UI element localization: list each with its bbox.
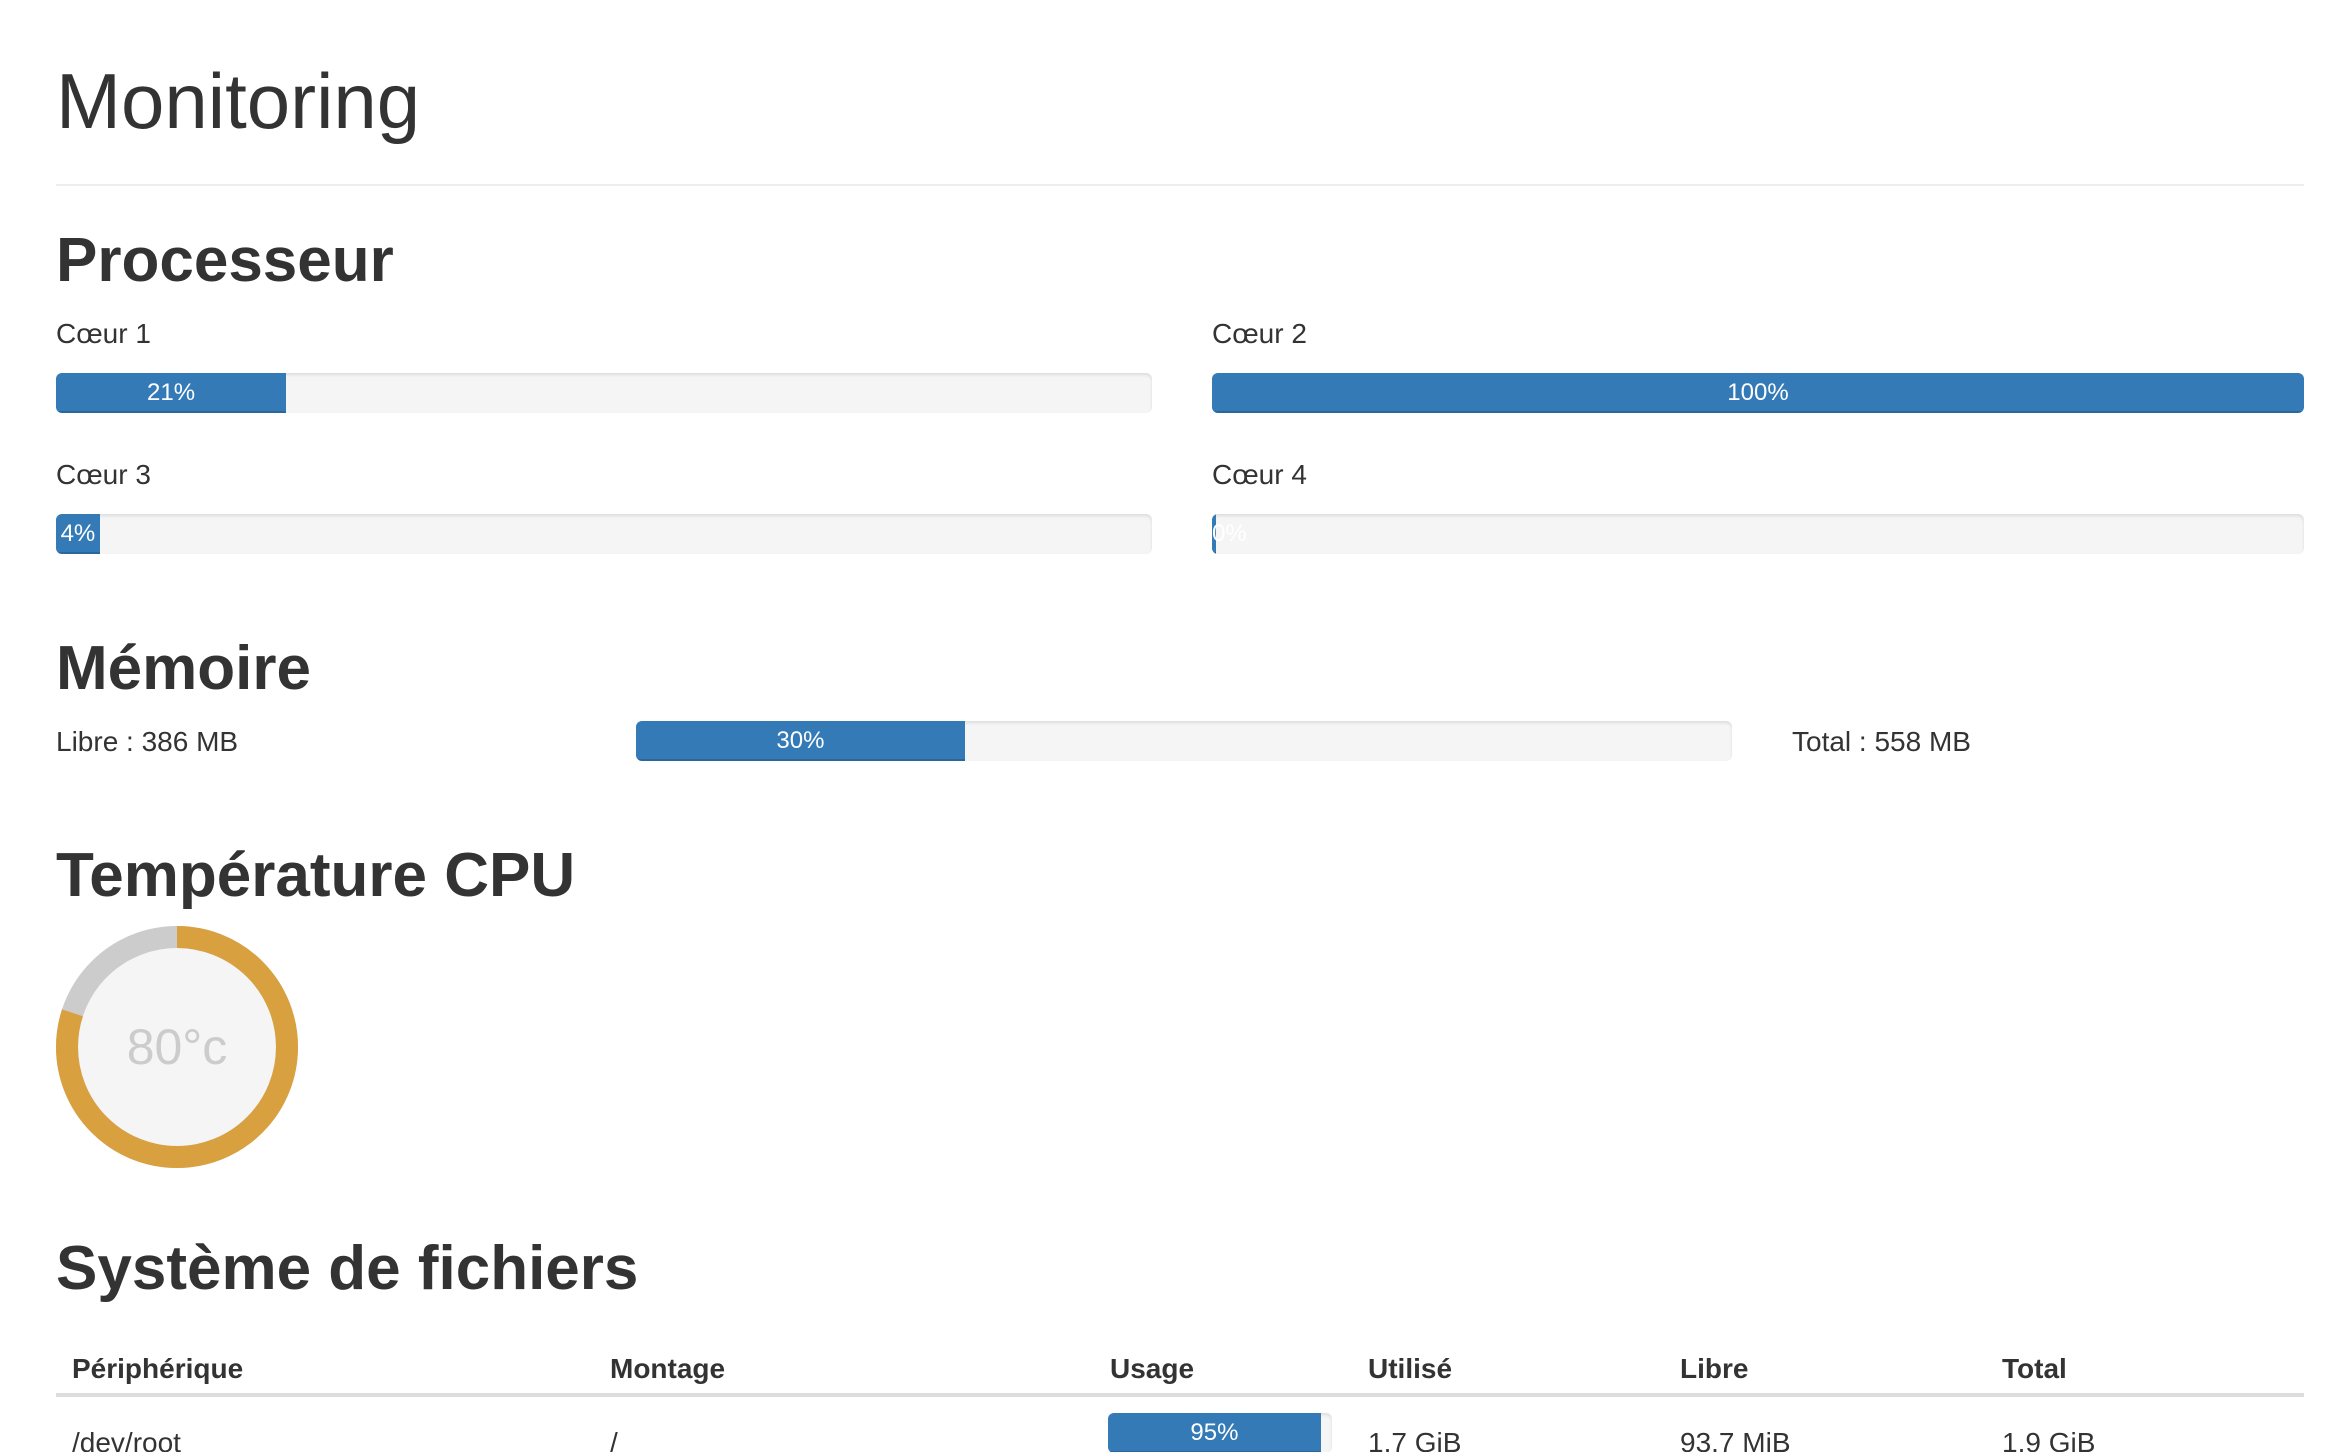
core-3-progress: 4% bbox=[56, 514, 1152, 554]
row-free: 93.7 MiB bbox=[1680, 1427, 1791, 1452]
page-title: Monitoring bbox=[56, 57, 421, 145]
row-total: 1.9 GiB bbox=[2002, 1427, 2096, 1452]
memory-total-label: Total : 558 MB bbox=[1792, 726, 1971, 757]
column-header-mount: Montage bbox=[610, 1353, 726, 1384]
row-usage-progress-bar: 95% bbox=[1108, 1413, 1321, 1452]
column-header-device: Périphérique bbox=[72, 1353, 244, 1384]
core-2-label: Cœur 2 bbox=[1212, 318, 1307, 349]
monitoring-page: Monitoring Processeur Cœur 1 21% Cœur 2 … bbox=[0, 0, 2330, 1452]
column-header-usage: Usage bbox=[1110, 1353, 1195, 1384]
temperature-section-title: Température CPU bbox=[56, 841, 576, 910]
row-mount: / bbox=[610, 1427, 618, 1452]
column-header-total: Total bbox=[2002, 1353, 2067, 1384]
core-1-progress: 21% bbox=[56, 373, 1152, 413]
memory-section-title: Mémoire bbox=[56, 634, 311, 703]
row-device: /dev/root bbox=[72, 1427, 181, 1452]
processor-section-title: Processeur bbox=[56, 226, 394, 295]
row-used: 1.7 GiB bbox=[1368, 1427, 1462, 1452]
title-divider bbox=[56, 184, 2304, 186]
temperature-value: 80°c bbox=[126, 1019, 228, 1075]
core-3-label: Cœur 3 bbox=[56, 459, 151, 490]
core-3-progress-bar: 4% bbox=[56, 514, 100, 554]
table-header-divider bbox=[56, 1393, 2304, 1397]
core-4-progress: 0% bbox=[1212, 514, 2304, 554]
row-usage-progress: 95% bbox=[1108, 1413, 1332, 1452]
core-4-progress-bar: 0% bbox=[1212, 514, 1247, 554]
core-1-progress-bar: 21% bbox=[56, 373, 287, 413]
memory-progress-bar: 30% bbox=[636, 721, 965, 761]
core-2-progress: 100% bbox=[1212, 373, 2304, 413]
column-header-used: Utilisé bbox=[1368, 1353, 1453, 1384]
core-2-progress-bar: 100% bbox=[1212, 373, 2304, 413]
temperature-gauge: 80°c bbox=[56, 926, 298, 1168]
column-header-free: Libre bbox=[1680, 1353, 1749, 1384]
memory-progress: 30% bbox=[636, 721, 1732, 761]
core-4-label: Cœur 4 bbox=[1212, 459, 1307, 490]
memory-free-label: Libre : 386 MB bbox=[56, 726, 239, 757]
filesystem-section-title: Système de fichiers bbox=[56, 1234, 639, 1303]
core-1-label: Cœur 1 bbox=[56, 318, 151, 349]
